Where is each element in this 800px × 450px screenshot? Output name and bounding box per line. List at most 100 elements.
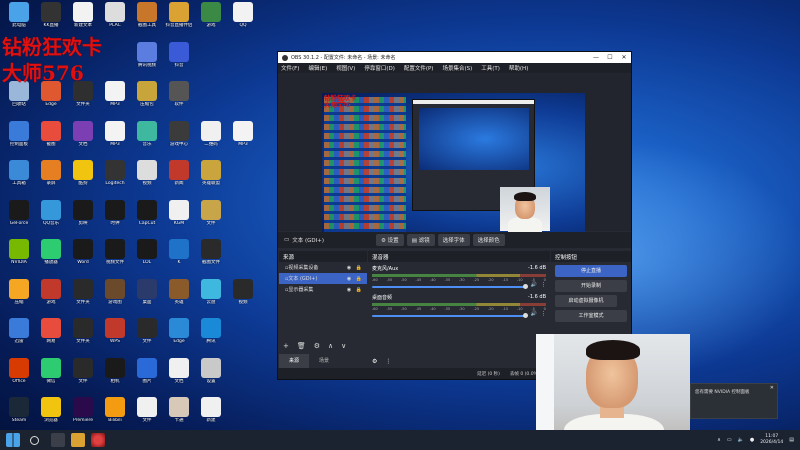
- clock[interactable]: 11:07 2026/4/14: [760, 434, 783, 446]
- lock-icon[interactable]: 🔒: [354, 276, 364, 282]
- desktop-icon[interactable]: 文档: [66, 120, 100, 157]
- desktop-icon[interactable]: 设置: [194, 357, 228, 394]
- desktop-icon[interactable]: KK直播: [34, 2, 68, 38]
- desktop-icon[interactable]: Office: [2, 357, 36, 394]
- remove-source-icon[interactable]: 🗑: [297, 342, 306, 350]
- close-icon[interactable]: ✕: [617, 54, 631, 61]
- desktop-icon[interactable]: 游戏图: [98, 278, 132, 315]
- desktop-icon[interactable]: 文件: [194, 199, 228, 236]
- desktop-icon[interactable]: Logitech: [98, 160, 132, 196]
- obs-tray-icon[interactable]: ●: [750, 437, 754, 443]
- desktop-icon[interactable]: 图片: [130, 357, 164, 394]
- volume-icon[interactable]: 🔈: [738, 437, 744, 443]
- desktop-icon[interactable]: 微信: [34, 357, 68, 394]
- menu-item[interactable]: 停靠窗口(D): [364, 64, 395, 72]
- notification-center-icon[interactable]: ▤: [789, 437, 794, 443]
- menu-item[interactable]: 文件(F): [281, 64, 299, 72]
- desktop-icon[interactable]: 文件: [66, 357, 100, 394]
- close-icon[interactable]: ✕: [770, 385, 774, 391]
- tray-arrow-icon[interactable]: ∧: [717, 437, 721, 443]
- desktop-icon[interactable]: 视频: [226, 278, 260, 315]
- desktop-icon[interactable]: 视频: [130, 160, 164, 196]
- desktop-icon[interactable]: 英雄: [162, 278, 196, 315]
- desktop-icon[interactable]: 腾讯: [194, 318, 228, 354]
- desktop-icon[interactable]: 浏览器: [34, 397, 68, 433]
- desktop-icon[interactable]: 视频文件: [98, 239, 132, 275]
- advanced-audio-icon[interactable]: ⚙: [372, 358, 377, 365]
- source-properties-icon[interactable]: ⚙: [314, 342, 320, 350]
- desktop-icon[interactable]: 卡通: [162, 397, 196, 433]
- desktop-icon[interactable]: 游戏: [194, 2, 228, 38]
- obs-preview-area[interactable]: 钻粉狂欢卡 大师576: [278, 73, 631, 241]
- minimize-icon[interactable]: —: [589, 54, 603, 61]
- move-down-icon[interactable]: ∨: [341, 342, 346, 350]
- desktop-icon[interactable]: 播放器: [34, 239, 68, 275]
- desktop-icon[interactable]: Premiere: [66, 397, 100, 433]
- desktop-icon[interactable]: 迅雷: [2, 318, 36, 354]
- desktop-icon[interactable]: NVIDIA: [2, 239, 36, 275]
- desktop-icon[interactable]: 软件: [162, 81, 196, 117]
- menu-item[interactable]: 视图(V): [336, 64, 355, 72]
- source-settings-button[interactable]: ⚙ 设置: [375, 234, 404, 246]
- desktop-icon[interactable]: 工具箱: [2, 160, 36, 196]
- desktop-icon[interactable]: 抖音: [162, 41, 196, 78]
- select-font-button[interactable]: 选择字体: [437, 234, 470, 246]
- desktop-icon[interactable]: 文件夹: [66, 81, 100, 117]
- desktop-icon[interactable]: 此电脑: [2, 2, 36, 38]
- desktop-icon[interactable]: Bilibili: [98, 397, 132, 433]
- desktop-icon[interactable]: 音乐: [130, 120, 164, 157]
- tab-scenes[interactable]: 场景: [309, 354, 339, 368]
- desktop-icon[interactable]: 桌面: [130, 278, 164, 315]
- channel-menu-icon[interactable]: ⋮: [541, 311, 546, 317]
- volume-slider[interactable]: [372, 312, 528, 318]
- desktop-icon[interactable]: 录屏: [34, 160, 68, 196]
- channel-menu-icon[interactable]: ⋮: [541, 282, 546, 288]
- desktop-icon[interactable]: Steam: [2, 397, 36, 433]
- move-up-icon[interactable]: ∧: [328, 342, 333, 350]
- desktop-icon[interactable]: 游戏中心: [162, 120, 196, 157]
- maximize-icon[interactable]: ☐: [603, 54, 617, 61]
- desktop-icon[interactable]: 文件夹: [66, 278, 100, 315]
- menu-item[interactable]: 配置文件(P): [404, 64, 434, 72]
- desktop-icon[interactable]: CapCut: [130, 199, 164, 236]
- desktop-icon[interactable]: 文件夹: [66, 318, 100, 354]
- visibility-icon[interactable]: ◉: [344, 287, 354, 293]
- volume-slider[interactable]: [372, 283, 528, 289]
- source-item[interactable]: ▫ 显示器采集 ◉ 🔒: [279, 284, 367, 295]
- desktop-icon[interactable]: 截图工具: [130, 2, 164, 38]
- menu-item[interactable]: 工具(T): [481, 64, 500, 72]
- desktop-icon[interactable]: 新建: [194, 397, 228, 433]
- studio-mode-button[interactable]: 工作室模式: [555, 310, 627, 322]
- desktop-icon[interactable]: 相机: [98, 357, 132, 394]
- visibility-icon[interactable]: ◉: [344, 276, 354, 282]
- file-explorer-icon[interactable]: [71, 433, 85, 447]
- desktop-icon[interactable]: Word: [66, 239, 100, 275]
- desktop-icon[interactable]: MP3: [98, 81, 132, 117]
- desktop-icon[interactable]: GeForce: [2, 199, 36, 236]
- desktop-icon[interactable]: 时钟: [98, 199, 132, 236]
- desktop-icon[interactable]: 网易: [34, 318, 68, 354]
- desktop-icon[interactable]: K: [162, 239, 196, 275]
- desktop-icon[interactable]: 英雄联盟: [194, 160, 228, 196]
- desktop-icon[interactable]: PLAC: [98, 2, 132, 38]
- start-virtual-camera-button[interactable]: 启动虚拟摄像机: [555, 295, 617, 307]
- desktop-icon[interactable]: 文件: [130, 318, 164, 354]
- stop-stream-button[interactable]: 停止直播: [555, 265, 627, 277]
- menu-item[interactable]: 场景集合(S): [442, 64, 472, 72]
- windows-start-icon[interactable]: [6, 433, 20, 447]
- desktop-icon[interactable]: 游戏: [34, 278, 68, 315]
- desktop-icon[interactable]: WPS: [98, 318, 132, 354]
- network-icon[interactable]: ▭: [727, 437, 732, 443]
- menu-item[interactable]: 帮助(H): [509, 64, 528, 72]
- notification-toast[interactable]: ✕ 您有需要 NVIDIA 控制面板: [690, 383, 778, 419]
- menu-item[interactable]: 编辑(E): [308, 64, 327, 72]
- desktop-icon[interactable]: 云盘: [194, 278, 228, 315]
- desktop-icon[interactable]: QQ音乐: [34, 199, 68, 236]
- desktop-icon[interactable]: 截图: [34, 120, 68, 157]
- lock-icon[interactable]: 🔒: [354, 287, 364, 293]
- desktop-icon[interactable]: 剪映: [66, 199, 100, 236]
- desktop-icon[interactable]: 文件: [130, 397, 164, 433]
- desktop-icon[interactable]: 腾讯视频: [130, 41, 164, 78]
- desktop-icon[interactable]: 二维码: [194, 120, 228, 157]
- search-icon[interactable]: [30, 435, 39, 445]
